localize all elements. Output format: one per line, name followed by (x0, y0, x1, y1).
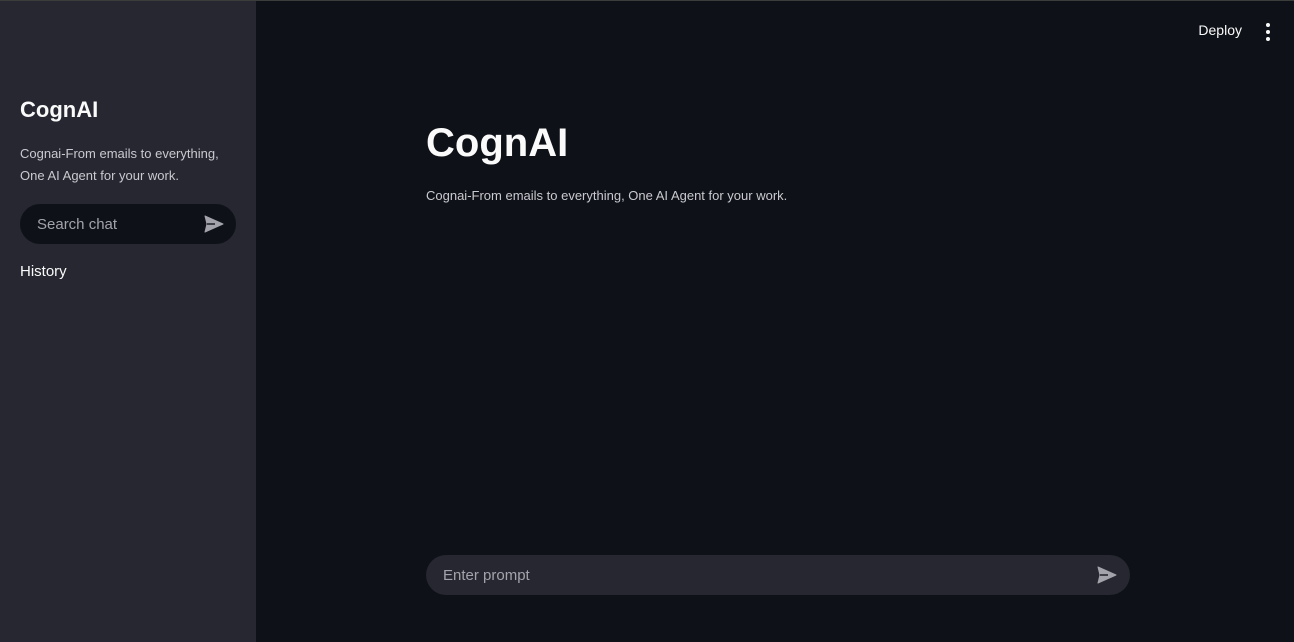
main-content: Deploy CognAI Cognai-From emails to ever… (256, 1, 1294, 642)
search-chat-input[interactable] (20, 204, 200, 244)
prompt-box (426, 555, 1130, 595)
prompt-input[interactable] (426, 555, 1076, 595)
send-icon[interactable] (202, 212, 226, 236)
page-title: CognAI (426, 121, 569, 165)
send-icon[interactable] (1095, 563, 1119, 587)
page-description: Cognai-From emails to everything, One AI… (426, 188, 788, 203)
sidebar-description: Cognai-From emails to everything, One AI… (20, 146, 219, 183)
sidebar-search-box (20, 204, 236, 244)
sidebar: CognAI Cognai-From emails to everything,… (0, 1, 256, 642)
deploy-button[interactable]: Deploy (1198, 22, 1242, 38)
history-heading: History (20, 263, 67, 280)
sidebar-title: CognAI (20, 97, 99, 122)
app-window: CognAI Cognai-From emails to everything,… (0, 0, 1294, 642)
more-vertical-icon[interactable] (1260, 21, 1276, 43)
